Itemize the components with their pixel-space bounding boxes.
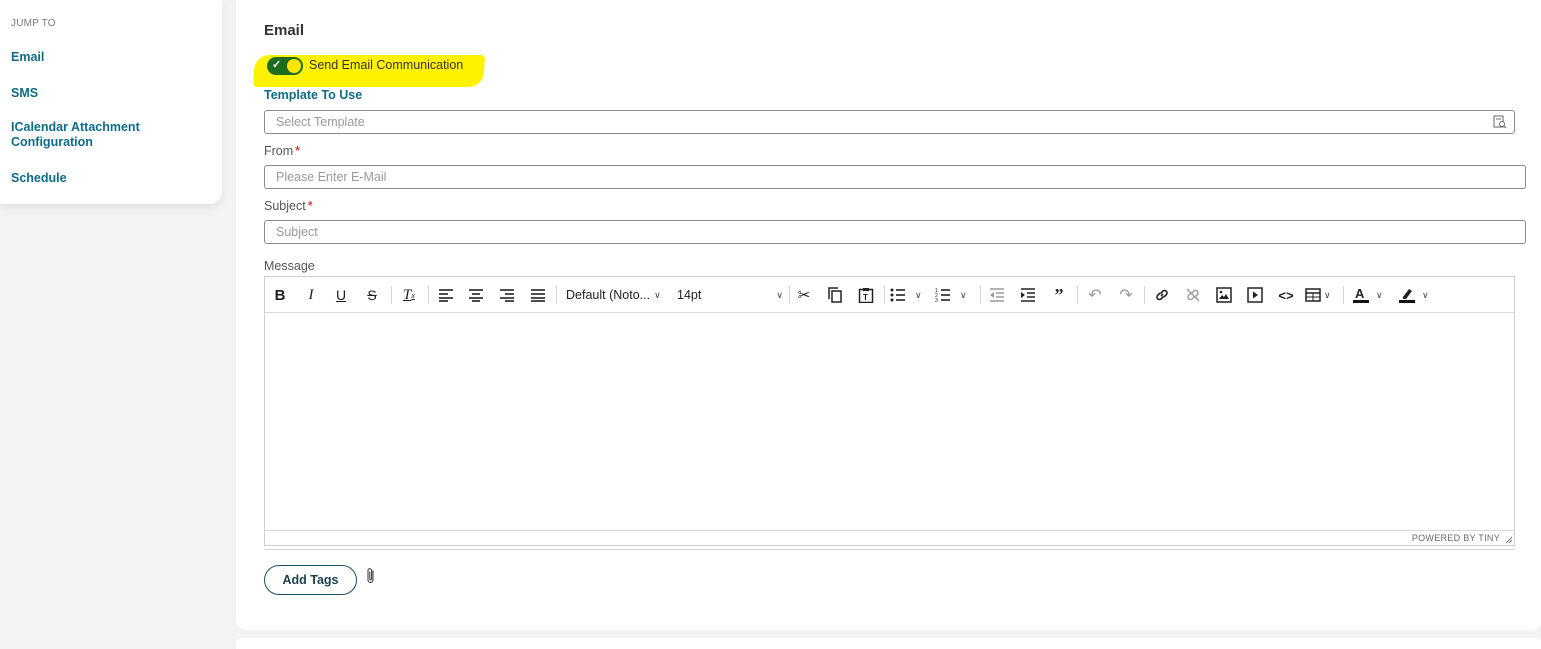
- blockquote-icon[interactable]: ”: [1049, 284, 1069, 306]
- cut-icon[interactable]: ✂: [794, 284, 814, 306]
- italic-icon[interactable]: I: [302, 284, 320, 306]
- sidebar-item-icalendar[interactable]: ICalendar Attachment Configuration: [11, 120, 171, 150]
- unlink-icon[interactable]: [1183, 284, 1203, 306]
- toolbar-separator: [1077, 286, 1078, 304]
- sidebar-item-schedule[interactable]: Schedule: [11, 171, 211, 186]
- toolbar-separator: [884, 286, 885, 304]
- message-label: Message: [264, 259, 315, 273]
- strikethrough-icon[interactable]: S: [363, 284, 381, 306]
- bold-icon[interactable]: B: [271, 284, 289, 306]
- section-title: Email: [264, 22, 305, 39]
- subject-label: Subject *: [264, 199, 313, 213]
- toolbar-separator: [391, 286, 392, 304]
- image-icon[interactable]: [1214, 284, 1234, 306]
- svg-text:T: T: [863, 293, 868, 302]
- jump-to-sidebar: JUMP TO Email SMS ICalendar Attachment C…: [0, 0, 222, 204]
- message-editor: B I U S Tx Default (Noto... ∨ 14pt ∨ ✂ T…: [264, 276, 1515, 546]
- align-center-icon[interactable]: [466, 284, 486, 306]
- powered-by-text[interactable]: POWERED BY TINY: [1412, 533, 1500, 543]
- lookup-icon[interactable]: [1493, 115, 1507, 129]
- chevron-down-icon: ∨: [1422, 289, 1429, 300]
- from-email-field[interactable]: Please Enter E-Mail: [264, 165, 1526, 189]
- toolbar-separator: [1144, 286, 1145, 304]
- email-section: Email ✓ Send Email Communication Templat…: [236, 0, 1541, 630]
- required-marker: *: [307, 199, 313, 213]
- from-label-text: From: [264, 144, 294, 158]
- chevron-down-icon: ∨: [915, 289, 922, 300]
- editor-statusbar: POWERED BY TINY: [265, 530, 1514, 545]
- font-size-dropdown[interactable]: 14pt ∨: [677, 284, 785, 306]
- numbered-list-icon: 123: [935, 288, 950, 302]
- highlighter-icon: [1399, 289, 1415, 303]
- media-icon[interactable]: [1245, 284, 1265, 306]
- message-body[interactable]: [265, 313, 1514, 529]
- add-tags-button[interactable]: Add Tags: [264, 565, 357, 595]
- check-icon: ✓: [272, 59, 282, 71]
- font-size-value: 14pt: [677, 288, 702, 302]
- subject-label-text: Subject: [264, 199, 306, 213]
- undo-icon[interactable]: ↶: [1085, 284, 1105, 306]
- toolbar-separator: [428, 286, 429, 304]
- svg-text:3: 3: [935, 298, 938, 302]
- send-email-toggle[interactable]: ✓: [267, 57, 303, 75]
- from-label: From *: [264, 144, 300, 158]
- text-color-icon: A: [1353, 287, 1369, 303]
- table-icon: [1305, 288, 1321, 302]
- sidebar-item-sms[interactable]: SMS: [11, 86, 211, 101]
- sidebar-item-email[interactable]: Email: [11, 50, 211, 65]
- toolbar-separator: [556, 286, 557, 304]
- source-code-icon[interactable]: <>: [1276, 284, 1296, 306]
- from-placeholder: Please Enter E-Mail: [276, 170, 387, 184]
- svg-text:A: A: [1355, 287, 1365, 301]
- font-family-dropdown[interactable]: Default (Noto... ∨: [566, 284, 670, 306]
- table-button[interactable]: ∨: [1305, 284, 1339, 306]
- toolbar-separator: [1343, 286, 1344, 304]
- toggle-knob: [287, 59, 301, 73]
- chevron-down-icon: ∨: [654, 289, 661, 300]
- bullet-list-button[interactable]: ∨: [890, 284, 928, 306]
- indent-icon[interactable]: [1018, 284, 1038, 306]
- highlight-color-button[interactable]: ∨: [1398, 284, 1438, 306]
- chevron-down-icon: ∨: [1324, 289, 1331, 300]
- paste-text-icon[interactable]: T: [856, 284, 876, 306]
- required-marker: *: [295, 144, 301, 158]
- outdent-icon[interactable]: [987, 284, 1007, 306]
- text-color-button[interactable]: A ∨: [1352, 284, 1392, 306]
- bullet-list-icon: [890, 288, 905, 302]
- underline-icon[interactable]: U: [332, 284, 350, 306]
- toolbar-separator: [789, 286, 790, 304]
- paperclip-icon[interactable]: [364, 567, 378, 585]
- chevron-down-icon: ∨: [1376, 289, 1383, 300]
- send-email-label: Send Email Communication: [309, 58, 464, 72]
- link-icon[interactable]: [1152, 284, 1172, 306]
- section-divider: [264, 549, 1515, 550]
- template-placeholder: Select Template: [276, 115, 365, 129]
- chevron-down-icon: ∨: [960, 289, 967, 300]
- font-family-value: Default (Noto...: [566, 288, 651, 302]
- copy-icon[interactable]: [825, 284, 845, 306]
- align-justify-icon[interactable]: [528, 284, 548, 306]
- numbered-list-button[interactable]: 123 ∨: [935, 284, 973, 306]
- align-left-icon[interactable]: [436, 284, 456, 306]
- toolbar-separator: [980, 286, 981, 304]
- clear-formatting-icon[interactable]: Tx: [399, 284, 419, 306]
- subject-placeholder: Subject: [276, 225, 318, 239]
- redo-icon[interactable]: ↷: [1116, 284, 1136, 306]
- template-select[interactable]: Select Template: [264, 110, 1515, 134]
- align-right-icon[interactable]: [497, 284, 517, 306]
- editor-toolbar: B I U S Tx Default (Noto... ∨ 14pt ∨ ✂ T…: [265, 277, 1514, 313]
- next-section-edge: [236, 638, 1541, 649]
- template-label: Template To Use: [264, 88, 363, 102]
- subject-field[interactable]: Subject: [264, 220, 1526, 244]
- chevron-down-icon: ∨: [776, 289, 783, 300]
- jump-to-heading: JUMP TO: [11, 18, 56, 29]
- resize-handle-icon[interactable]: [1505, 536, 1513, 544]
